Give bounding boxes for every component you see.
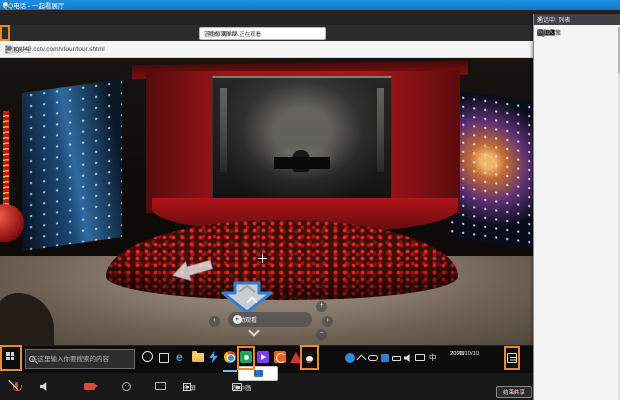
zoom-in-button[interactable]: + bbox=[316, 301, 327, 312]
viewer-count: 阳成..等17人正在观看 bbox=[204, 30, 261, 38]
hotspot-arrow-down[interactable] bbox=[219, 280, 275, 314]
end-share-label: 结束共享 bbox=[503, 388, 525, 396]
member-row[interactable]: 米兰 待加入 bbox=[534, 27, 539, 38]
camera-off-icon[interactable] bbox=[84, 383, 95, 390]
edge-icon[interactable]: e bbox=[176, 351, 189, 364]
taskbar-search[interactable] bbox=[25, 349, 135, 369]
zoom-out-button[interactable]: − bbox=[316, 329, 327, 340]
fullscreen-label: 全屏 bbox=[183, 382, 196, 392]
url-text[interactable]: ggkf40.cctv.com/vtour/tour.shtml bbox=[12, 46, 105, 53]
search-input[interactable] bbox=[29, 355, 125, 364]
onedrive-tray-icon[interactable] bbox=[381, 354, 389, 362]
display-tray-icon[interactable] bbox=[415, 354, 425, 361]
panel-close-icon[interactable]: × bbox=[537, 16, 541, 23]
clock-date: 2020/10/10 bbox=[450, 350, 479, 358]
right-galaxy-panel bbox=[450, 90, 533, 251]
end-share-button[interactable]: 结束共享 bbox=[496, 386, 532, 398]
screen: QQ电话 - 一起看展厅 中国国家博物馆数字展厅 × 伟大的变革——庆祝改革开.… bbox=[0, 0, 620, 400]
member-list: 刘海 阳成 bbox=[534, 27, 617, 297]
screen-banner-right bbox=[377, 88, 384, 172]
auto-tour-label: 自动观看 bbox=[233, 315, 257, 324]
panel-title: 通话中: 列表 bbox=[537, 15, 570, 24]
panel-header: 通话中: 列表 × bbox=[534, 14, 620, 25]
flower-bed bbox=[106, 220, 458, 300]
ime-indicator[interactable]: 中 bbox=[429, 352, 442, 365]
matlab-app-icon[interactable] bbox=[274, 351, 286, 363]
call-members-panel: 通话中: 列表 × 刘海 bbox=[533, 14, 620, 400]
share-screen-icon[interactable] bbox=[155, 382, 166, 390]
pending-label: 待加入 bbox=[537, 28, 554, 36]
cursor-crosshair bbox=[258, 254, 267, 263]
left-galaxy-panel bbox=[22, 79, 122, 251]
pan-right-button[interactable]: › bbox=[322, 316, 333, 327]
red-banners bbox=[3, 109, 31, 220]
scale-tooltip-label: 1:1 bbox=[253, 370, 263, 377]
cortana-icon[interactable] bbox=[142, 351, 153, 362]
pip-label: 画中画 bbox=[232, 382, 252, 392]
auto-tour-button[interactable]: 自动观看 bbox=[228, 312, 312, 327]
stage-screen bbox=[212, 76, 392, 206]
task-view-icon[interactable] bbox=[159, 353, 169, 363]
browser-toolbar: ← → ▲ 不安全 ggkf40.cctv.com/vtour/tour.sht… bbox=[0, 41, 533, 58]
annotation-box-qq bbox=[300, 345, 319, 370]
media-player-icon[interactable] bbox=[257, 351, 269, 363]
annotation-box-start bbox=[0, 345, 22, 371]
window-chrome-strip bbox=[0, 10, 620, 25]
browser-menu-icon[interactable] bbox=[5, 45, 8, 54]
annotation-box-action-center bbox=[504, 346, 520, 370]
annotation-box-recorder bbox=[237, 346, 255, 370]
pan-up-button[interactable] bbox=[246, 298, 260, 305]
emoji-icon[interactable] bbox=[122, 382, 131, 391]
screen-figure bbox=[292, 150, 310, 172]
window-title: QQ电话 - 一起看展厅 bbox=[3, 0, 64, 10]
tray-app-icon[interactable] bbox=[345, 353, 355, 363]
chrome-icon[interactable] bbox=[224, 351, 236, 363]
screen-share-banner[interactable]: 正在分享屏幕 00:06:57 阳成..等17人正在观看 bbox=[199, 27, 326, 40]
pan-left-button[interactable]: ‹ bbox=[209, 316, 220, 327]
qq-call-titlebar[interactable]: QQ电话 - 一起看展厅 bbox=[0, 0, 620, 10]
file-explorer-icon[interactable] bbox=[192, 353, 204, 362]
screen-banner-left bbox=[220, 88, 227, 172]
battery-icon[interactable] bbox=[392, 356, 401, 361]
pan-down-button[interactable] bbox=[248, 330, 262, 337]
virtual-tour-viewport[interactable]: 自动观看 ‹ › + − bbox=[0, 58, 533, 345]
cloud-tray-icon[interactable] bbox=[368, 355, 378, 361]
annotation-box-tab bbox=[0, 25, 10, 41]
chrome-active-indicator bbox=[223, 370, 237, 372]
